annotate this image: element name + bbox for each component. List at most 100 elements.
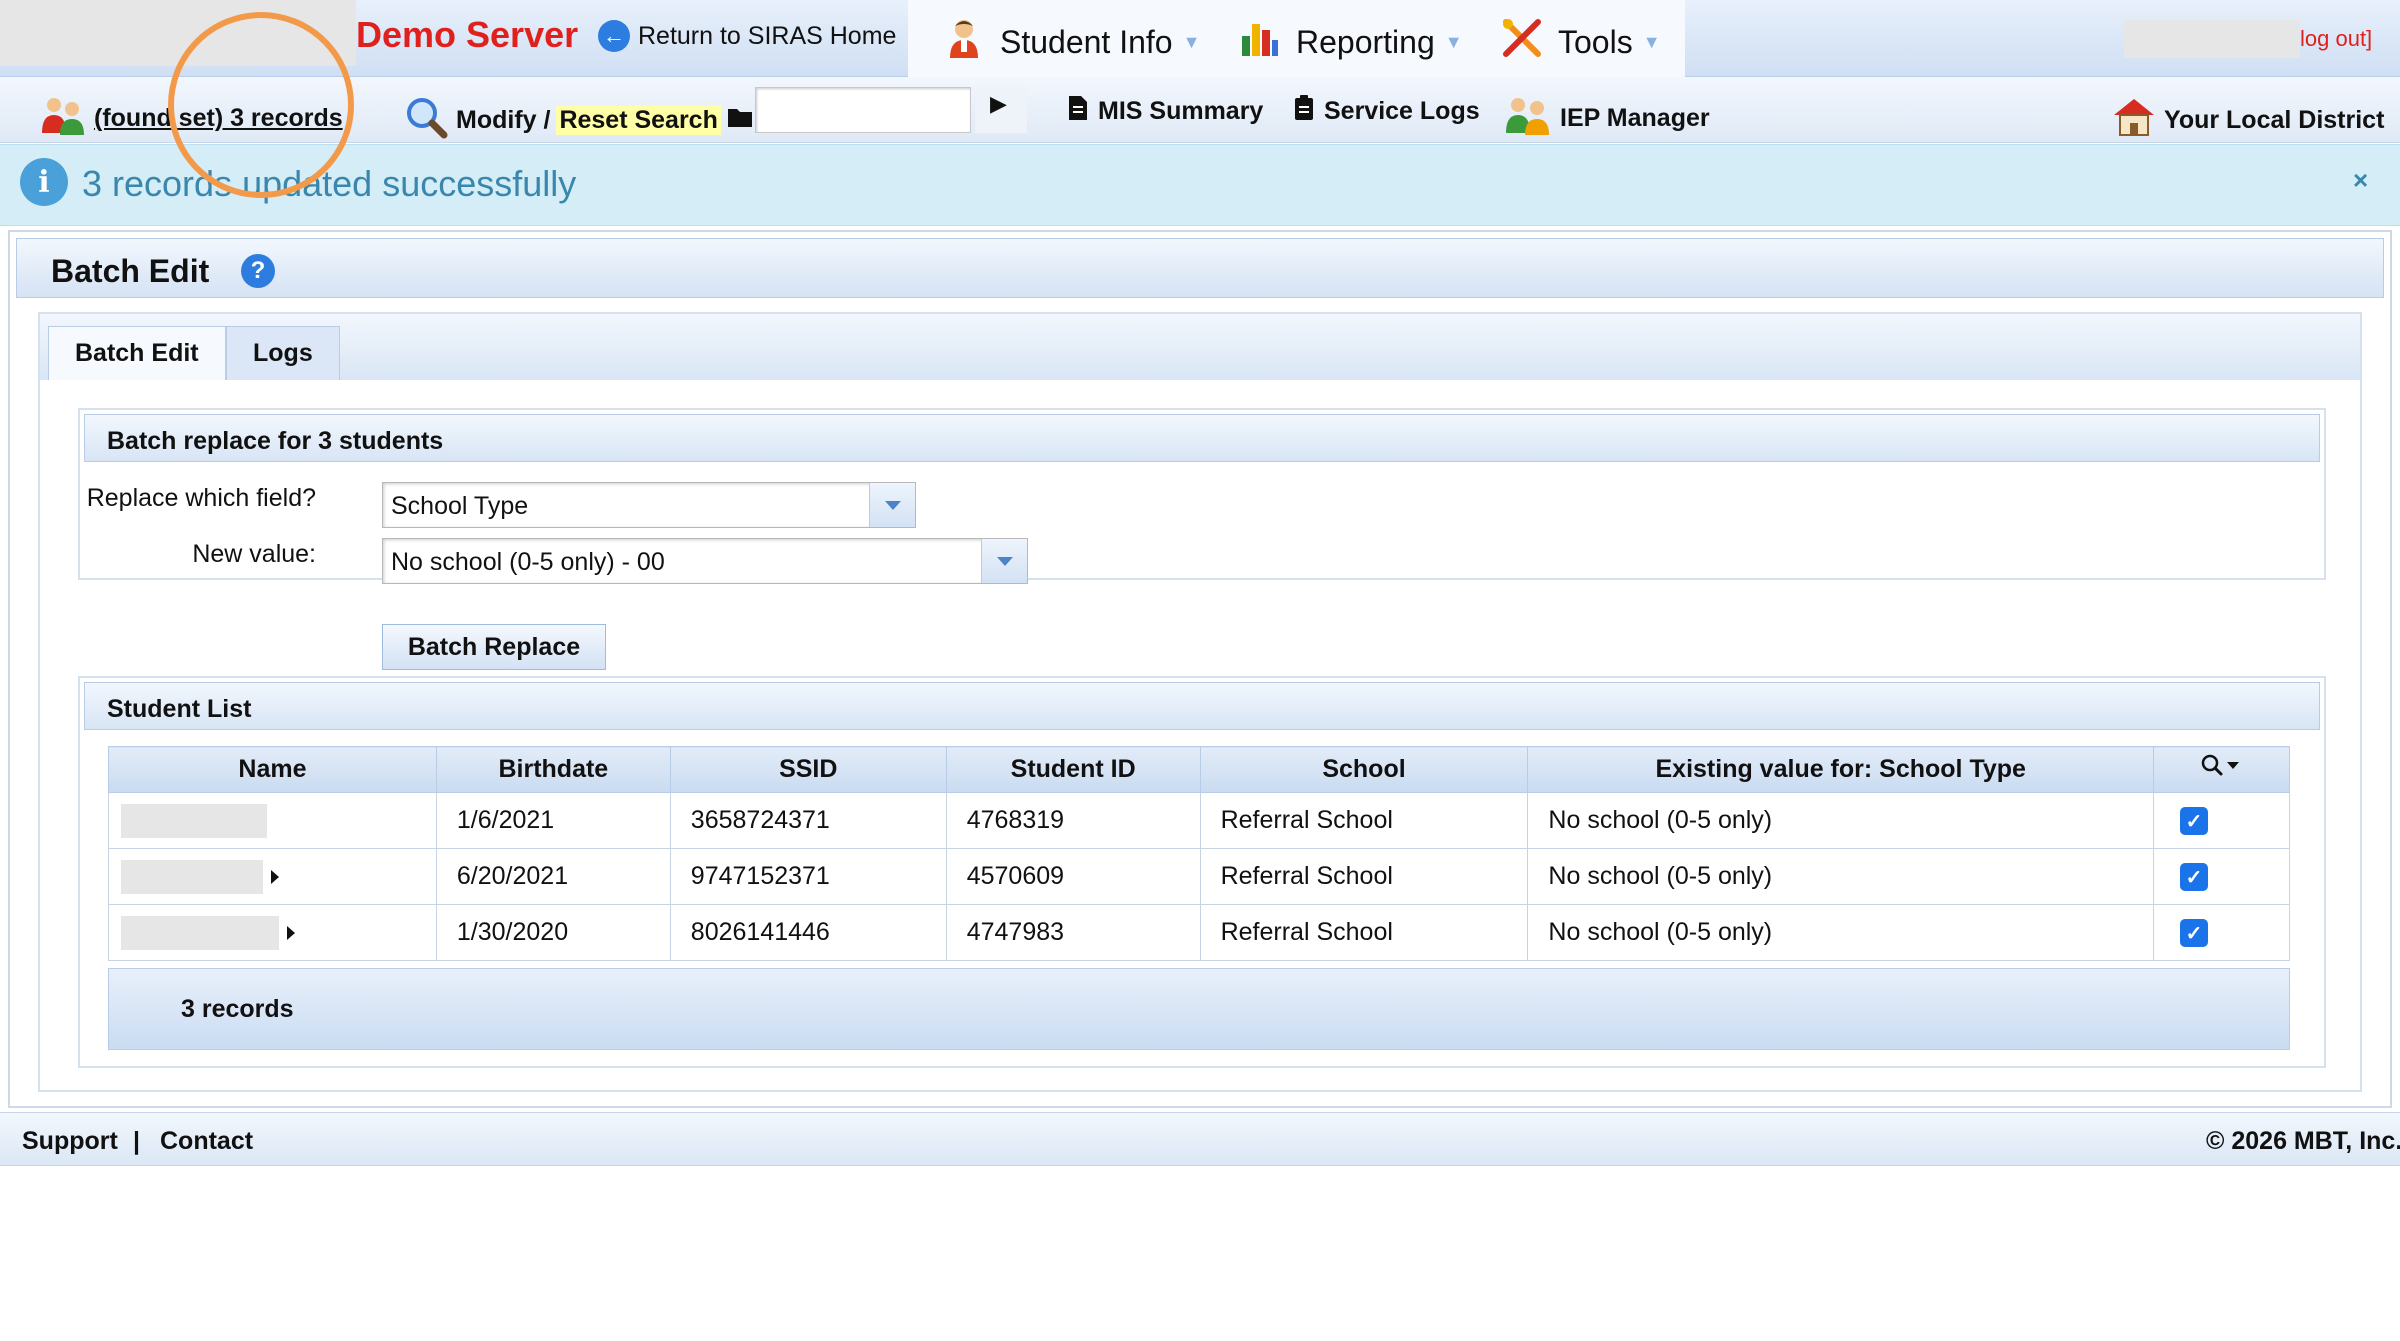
mis-summary-label: MIS Summary <box>1098 97 1264 125</box>
existing-value-cell: No school (0-5 only) <box>1527 848 2155 905</box>
folder-icon[interactable] <box>727 106 753 135</box>
page-footer: Support | Contact © 2026 MBT, Inc. <box>0 1112 2400 1166</box>
table-row[interactable]: 1/30/2020 8026141446 4747983 Referral Sc… <box>108 904 2290 961</box>
column-header-filter[interactable] <box>2153 746 2290 793</box>
menu-student-info-label: Student Info <box>1000 23 1173 60</box>
modify-search[interactable]: Modify / Reset Search <box>404 95 753 146</box>
new-value-select-value: No school (0-5 only) - 00 <box>391 548 665 576</box>
school-cell: Referral School <box>1199 848 1529 905</box>
found-set-link[interactable]: (found set) 3 records <box>40 95 343 142</box>
page-title: Batch Edit <box>51 253 210 289</box>
student-table: Name Birthdate SSID Student ID School Ex… <box>108 746 2290 961</box>
alert-message: 3 records updated successfully <box>82 163 577 204</box>
tab-logs[interactable]: Logs <box>226 326 340 380</box>
batch-edit-panel: Batch Edit ? Batch Edit Logs Batch repla… <box>8 230 2392 1108</box>
clipboard-icon <box>1294 95 1314 128</box>
search-filter-icon[interactable] <box>2200 753 2244 779</box>
row-checkbox[interactable]: ✓ <box>2180 807 2209 836</box>
table-row[interactable]: 6/20/2021 9747152371 4570609 Referral Sc… <box>108 848 2290 905</box>
contact-link[interactable]: Contact <box>160 1127 253 1156</box>
back-arrow-icon: ← <box>598 20 630 52</box>
iep-manager-label: IEP Manager <box>1560 104 1710 132</box>
row-checkbox[interactable]: ✓ <box>2180 863 2209 892</box>
menu-tools-label: Tools <box>1558 23 1633 60</box>
success-alert: i 3 records updated successfully × <box>0 144 2400 226</box>
batch-replace-section: Batch replace for 3 students Replace whi… <box>78 408 2326 584</box>
student-list-section: Student List Name Birthdate SSID Student… <box>78 676 2326 1068</box>
found-set-label: (found set) 3 records <box>94 104 343 132</box>
column-header-student-id[interactable]: Student ID <box>945 746 1201 793</box>
tab-container: Batch Edit Logs Batch replace for 3 stud… <box>38 312 2362 1092</box>
existing-value-cell: No school (0-5 only) <box>1527 792 2155 849</box>
panel-header: Batch Edit ? <box>16 238 2384 298</box>
chevron-down-icon: ▼ <box>1182 31 1201 52</box>
people-icon <box>40 95 86 142</box>
row-checkbox[interactable]: ✓ <box>2180 919 2209 948</box>
school-cell: Referral School <box>1199 792 1529 849</box>
quick-search-input[interactable] <box>755 87 971 133</box>
magnifier-icon <box>404 95 448 146</box>
document-icon <box>1068 95 1088 128</box>
new-value-select[interactable]: No school (0-5 only) - 00 <box>382 538 1028 584</box>
expand-arrow-icon[interactable] <box>271 869 279 884</box>
copyright: © 2026 MBT, Inc. <box>2206 1127 2400 1155</box>
student-name-cell[interactable] <box>108 904 437 961</box>
tools-icon <box>1500 16 1544 68</box>
student-id-cell: 4747983 <box>945 904 1201 961</box>
ssid-cell: 9747152371 <box>669 848 947 905</box>
column-header-birthdate[interactable]: Birthdate <box>435 746 671 793</box>
secondary-nav: (found set) 3 records Modify / Reset Sea… <box>0 77 2400 143</box>
redacted-name <box>121 915 279 950</box>
student-id-cell: 4768319 <box>945 792 1201 849</box>
column-header-name[interactable]: Name <box>108 746 437 793</box>
column-header-existing-value[interactable]: Existing value for: School Type <box>1527 746 2155 793</box>
dropdown-arrow-icon[interactable] <box>981 539 1027 583</box>
district-label: Your Local District <box>2164 106 2385 134</box>
menu-reporting[interactable]: Reporting ▼ <box>1238 16 1463 68</box>
support-link[interactable]: Support <box>22 1127 118 1156</box>
birthdate-cell: 1/6/2021 <box>435 792 671 849</box>
column-header-ssid[interactable]: SSID <box>669 746 947 793</box>
ssid-cell: 3658724371 <box>669 792 947 849</box>
ssid-cell: 8026141446 <box>669 904 947 961</box>
table-header-row: Name Birthdate SSID Student ID School Ex… <box>108 746 2290 793</box>
service-logs-link[interactable]: Service Logs <box>1294 95 1480 128</box>
close-icon[interactable]: × <box>2353 165 2368 196</box>
service-logs-label: Service Logs <box>1324 97 1480 125</box>
reset-search-link[interactable]: Reset Search <box>556 106 721 135</box>
logout-link[interactable]: log out] <box>2300 26 2372 52</box>
menu-tools[interactable]: Tools ▼ <box>1500 16 1661 68</box>
batch-replace-button[interactable]: Batch Replace <box>382 624 606 670</box>
field-select[interactable]: School Type <box>382 482 916 528</box>
field-select-value: School Type <box>391 492 529 520</box>
redacted-name <box>121 803 267 838</box>
district-link[interactable]: Your Local District <box>2112 95 2384 146</box>
menu-reporting-label: Reporting <box>1296 23 1435 60</box>
menu-student-info[interactable]: Student Info ▼ <box>942 16 1200 68</box>
return-home-link[interactable]: ← Return to SIRAS Home <box>598 20 896 52</box>
column-header-school[interactable]: School <box>1199 746 1529 793</box>
existing-value-cell: No school (0-5 only) <box>1527 904 2155 961</box>
field-label: Replace which field? <box>86 484 316 512</box>
student-name-cell[interactable] <box>108 848 437 905</box>
expand-arrow-icon[interactable] <box>287 925 295 940</box>
tab-bar: Batch Edit Logs <box>40 314 2360 380</box>
modify-label: Modify / <box>456 106 551 134</box>
dropdown-arrow-icon[interactable] <box>869 483 915 527</box>
redacted-logo <box>0 0 356 66</box>
main-menu: Student Info ▼ Reporting ▼ Tools ▼ <box>908 0 1685 77</box>
mis-summary-link[interactable]: MIS Summary <box>1068 95 1263 128</box>
table-row[interactable]: 1/6/2021 3658724371 4768319 Referral Sch… <box>108 792 2290 849</box>
play-arrow-icon[interactable]: ▶ <box>990 91 1007 117</box>
footer-separator: | <box>133 1127 140 1155</box>
iep-manager-link[interactable]: IEP Manager <box>1504 95 1710 142</box>
help-icon[interactable]: ? <box>241 254 275 288</box>
tab-batch-edit[interactable]: Batch Edit <box>48 326 226 380</box>
select-cell: ✓ <box>2153 904 2290 961</box>
new-value-label: New value: <box>192 540 316 568</box>
student-id-cell: 4570609 <box>945 848 1201 905</box>
student-name-cell[interactable] <box>108 792 437 849</box>
info-icon: i <box>20 158 68 206</box>
chevron-down-icon: ▼ <box>1642 31 1661 52</box>
school-house-icon <box>2112 95 2156 146</box>
